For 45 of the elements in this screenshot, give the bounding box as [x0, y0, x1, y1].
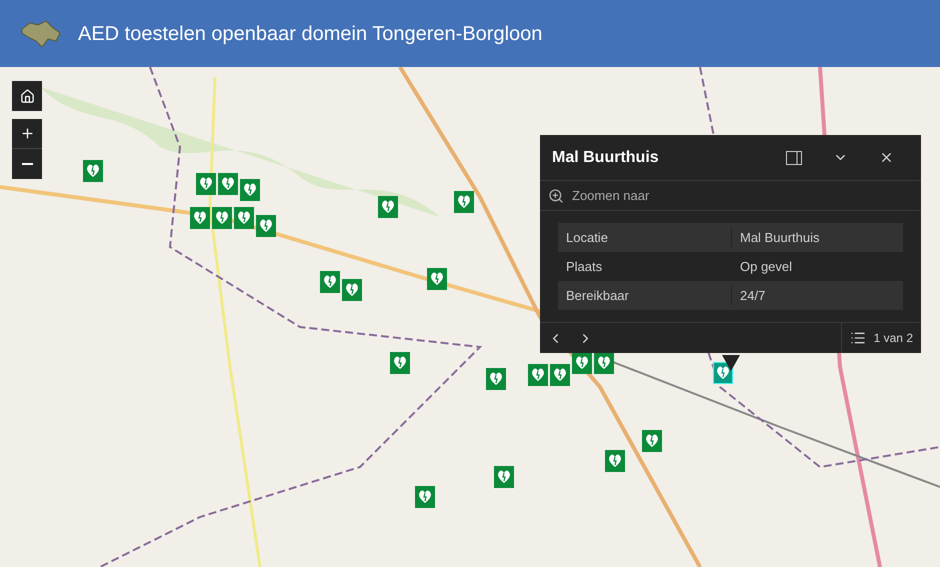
aed-marker-icon[interactable] — [713, 362, 733, 384]
aed-marker-icon[interactable] — [550, 364, 570, 386]
aed-marker-icon[interactable] — [594, 352, 614, 374]
aed-marker-icon[interactable] — [234, 207, 254, 229]
zoom-to-button[interactable]: Zoomen naar — [540, 181, 921, 211]
dock-icon — [786, 150, 802, 164]
aed-marker-icon[interactable] — [486, 368, 506, 390]
aed-marker-icon[interactable] — [572, 352, 592, 374]
aed-marker-icon[interactable] — [494, 466, 514, 488]
attribute-value: 24/7 — [739, 286, 766, 305]
aed-marker-icon[interactable] — [415, 486, 435, 508]
aed-marker-icon[interactable] — [528, 364, 548, 386]
aed-marker-icon[interactable] — [83, 160, 103, 182]
attribute-label: Bereikbaar — [558, 286, 732, 306]
aed-marker-icon[interactable] — [218, 173, 238, 195]
attribute-value: Mal Buurthuis — [739, 228, 820, 247]
app-title: AED toestelen openbaar domein Tongeren-Borgloon — [78, 22, 542, 46]
zoom-in-icon — [548, 188, 564, 204]
zoom-in-button[interactable] — [12, 119, 42, 149]
aed-marker-icon[interactable] — [642, 430, 662, 452]
aed-marker-icon[interactable] — [454, 191, 474, 213]
attribute-value: Op gevel — [739, 258, 794, 276]
home-button[interactable] — [12, 81, 42, 111]
aed-marker-icon[interactable] — [342, 279, 362, 301]
feature-list-button[interactable]: 1 van 2 — [840, 323, 921, 353]
home-icon — [20, 88, 34, 104]
plus-icon — [20, 126, 34, 141]
aed-marker-icon[interactable] — [256, 215, 276, 237]
zoom-out-button[interactable] — [12, 149, 42, 179]
aed-marker-icon[interactable] — [378, 196, 398, 218]
aed-marker-icon[interactable] — [390, 352, 410, 374]
aed-marker-icon[interactable] — [320, 271, 340, 293]
region-logo-icon — [20, 18, 62, 48]
list-icon — [850, 330, 866, 346]
aed-marker-icon[interactable] — [190, 207, 210, 229]
aed-marker-icon[interactable] — [212, 207, 232, 229]
attribute-label: Plaats — [558, 256, 732, 276]
popup-title: Mal Buurthuis — [552, 148, 660, 168]
aed-marker-icon[interactable] — [196, 173, 216, 195]
aed-marker-icon[interactable] — [605, 450, 625, 472]
aed-marker-icon[interactable] — [427, 268, 447, 290]
minus-icon — [22, 163, 32, 165]
popup-pointer-icon — [722, 355, 740, 371]
aed-marker-icon[interactable] — [240, 179, 260, 201]
attribute-label: Locatie — [558, 228, 732, 248]
